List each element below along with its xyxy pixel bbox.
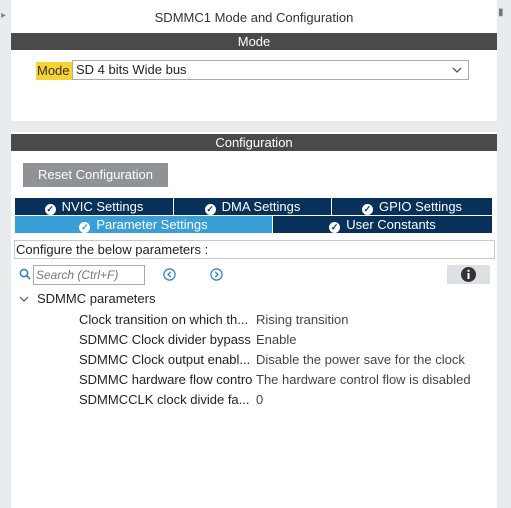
tab-label: Parameter Settings [96,217,208,232]
tab-label: DMA Settings [221,199,301,214]
param-name[interactable]: Clock transition on which th... [79,311,253,329]
previous-icon[interactable] [163,268,176,281]
right-panel-edge [497,0,511,508]
search-icon [19,268,31,280]
param-value[interactable]: Rising transition [256,311,496,329]
chevron-down-icon [452,67,462,73]
tab-nvic-settings[interactable]: ✓ NVIC Settings [15,198,174,215]
param-value[interactable]: The hardware control flow is disabled [256,371,496,389]
mode-select-value: SD 4 bits Wide bus [76,62,187,77]
tab-gpio-settings[interactable]: ✓ GPIO Settings [332,198,492,215]
window-title: SDMMC1 Mode and Configuration [154,10,354,25]
param-name[interactable]: SDMMC hardware flow control [79,371,253,389]
configuration-section-header: Configuration [11,134,497,151]
param-name[interactable]: SDMMC Clock divider bypass [79,331,253,349]
search-input[interactable] [33,265,145,285]
tab-parameter-settings[interactable]: ✓ Parameter Settings [15,216,273,233]
pin-icon[interactable]: ▮ [498,8,506,18]
section-divider [11,121,497,132]
param-value[interactable]: Enable [256,331,496,349]
check-circle-icon: ✓ [204,204,216,215]
reset-configuration-button[interactable]: Reset Configuration [23,163,168,187]
tab-label: GPIO Settings [378,199,463,214]
next-icon[interactable] [210,268,223,281]
tab-label: User Constants [346,217,436,232]
mode-section-header: Mode [11,33,497,50]
mode-select[interactable]: SD 4 bits Wide bus [72,60,469,80]
param-value[interactable]: Disable the power save for the clock [256,351,496,369]
mode-label: Mode [36,62,72,80]
check-circle-icon: ✓ [44,204,56,215]
chevron-down-icon[interactable] [19,294,29,304]
parameter-description: Configure the below parameters : [14,240,495,259]
tab-label: NVIC Settings [61,199,144,214]
info-button[interactable] [447,265,490,284]
check-circle-icon: ✓ [361,204,373,215]
tab-dma-settings[interactable]: ✓ DMA Settings [174,198,332,215]
check-circle-icon: ✓ [79,222,91,233]
group-label-sdmmc-parameters: SDMMC parameters [37,291,156,306]
tab-user-constants[interactable]: ✓ User Constants [273,216,492,233]
param-name[interactable]: SDMMCCLK clock divide fa... [79,391,253,409]
check-circle-icon: ✓ [329,222,341,233]
collapse-icon[interactable]: ▸ [1,11,9,21]
param-name[interactable]: SDMMC Clock output enabl... [79,351,253,369]
left-panel-edge [0,0,11,508]
info-icon [461,267,476,282]
param-value[interactable]: 0 [256,391,496,409]
